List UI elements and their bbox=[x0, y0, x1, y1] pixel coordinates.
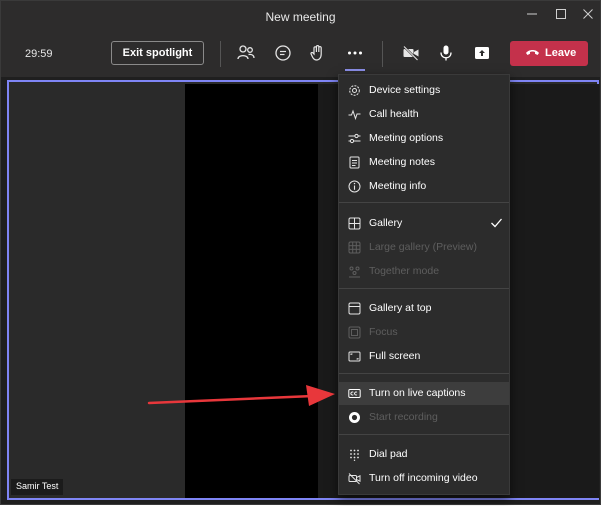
fullscreen-icon bbox=[348, 350, 361, 363]
menu-item-label: Device settings bbox=[369, 84, 441, 96]
menu-item-label: Call health bbox=[369, 108, 419, 120]
people-icon[interactable] bbox=[236, 43, 256, 63]
more-actions-menu: Device settings Call health Meeting opti… bbox=[338, 74, 510, 495]
more-active-indicator bbox=[345, 69, 365, 71]
dialpad-icon bbox=[348, 448, 361, 461]
participant-name-tag: Samir Test bbox=[11, 479, 64, 495]
menu-item-label: Meeting info bbox=[369, 180, 427, 192]
menu-item-label: Full screen bbox=[369, 350, 421, 362]
menu-item-meeting-info[interactable]: Meeting info bbox=[339, 175, 509, 198]
menu-item-focus: Focus bbox=[339, 321, 509, 344]
menu-item-turn-off-incoming-video[interactable]: Turn off incoming video bbox=[339, 467, 509, 490]
title-bar: New meeting bbox=[1, 1, 600, 31]
chat-icon[interactable] bbox=[273, 43, 293, 63]
maximize-icon[interactable] bbox=[552, 7, 570, 25]
focus-icon bbox=[348, 326, 361, 339]
menu-item-label: Meeting notes bbox=[369, 156, 435, 168]
menu-item-start-recording: Start recording bbox=[339, 406, 509, 429]
meeting-toolbar: 29:59 Exit spotlight Leave bbox=[1, 31, 600, 77]
camera-off-icon[interactable] bbox=[401, 43, 421, 63]
gallery-top-icon bbox=[348, 302, 361, 315]
minimize-icon[interactable] bbox=[523, 7, 541, 25]
window-title: New meeting bbox=[265, 10, 336, 24]
meeting-timer: 29:59 bbox=[25, 48, 53, 60]
toolbar-separator bbox=[382, 41, 383, 67]
record-icon bbox=[348, 411, 361, 424]
menu-separator bbox=[339, 373, 509, 374]
menu-separator bbox=[339, 202, 509, 203]
gear-icon bbox=[348, 84, 361, 97]
toolbar-separator bbox=[220, 41, 221, 67]
menu-item-meeting-notes[interactable]: Meeting notes bbox=[339, 151, 509, 174]
menu-item-label: Turn on live captions bbox=[369, 387, 466, 399]
raise-hand-icon[interactable] bbox=[308, 43, 328, 63]
video-stage bbox=[7, 80, 599, 500]
share-icon[interactable] bbox=[472, 43, 492, 63]
menu-item-large-gallery: Large gallery (Preview) bbox=[339, 236, 509, 259]
menu-item-gallery-at-top[interactable]: Gallery at top bbox=[339, 297, 509, 320]
menu-item-label: Focus bbox=[369, 326, 398, 338]
menu-item-label: Large gallery (Preview) bbox=[369, 241, 477, 253]
pulse-icon bbox=[348, 108, 361, 121]
captions-icon bbox=[348, 387, 361, 400]
exit-spotlight-button[interactable]: Exit spotlight bbox=[111, 41, 204, 65]
menu-item-label: Turn off incoming video bbox=[369, 472, 478, 484]
menu-item-call-health[interactable]: Call health bbox=[339, 103, 509, 126]
sliders-icon bbox=[348, 132, 361, 145]
notes-icon bbox=[348, 156, 361, 169]
leave-label: Leave bbox=[545, 47, 577, 59]
more-icon[interactable] bbox=[345, 43, 365, 63]
leave-button[interactable]: Leave bbox=[510, 41, 588, 66]
menu-item-turn-on-live-captions[interactable]: Turn on live captions bbox=[339, 382, 509, 405]
info-icon bbox=[348, 180, 361, 193]
gallery-icon bbox=[348, 217, 361, 230]
menu-item-label: Meeting options bbox=[369, 132, 444, 144]
menu-separator bbox=[339, 434, 509, 435]
menu-item-label: Gallery at top bbox=[369, 302, 432, 314]
checkmark-icon bbox=[490, 216, 503, 229]
menu-item-gallery[interactable]: Gallery bbox=[339, 212, 509, 235]
video-off-icon bbox=[348, 472, 361, 485]
menu-item-meeting-options[interactable]: Meeting options bbox=[339, 127, 509, 150]
teams-meeting-window: New meeting 29:59 Exit spotlight Leave S… bbox=[0, 0, 601, 505]
menu-item-label: Gallery bbox=[369, 217, 403, 229]
together-mode-icon bbox=[348, 265, 361, 278]
microphone-icon[interactable] bbox=[436, 43, 456, 63]
menu-item-label: Dial pad bbox=[369, 448, 408, 460]
menu-item-dial-pad[interactable]: Dial pad bbox=[339, 443, 509, 466]
menu-item-label: Start recording bbox=[369, 411, 438, 423]
close-icon[interactable] bbox=[579, 7, 597, 25]
menu-item-device-settings[interactable]: Device settings bbox=[339, 79, 509, 102]
menu-item-full-screen[interactable]: Full screen bbox=[339, 345, 509, 368]
participant-video bbox=[185, 84, 318, 498]
large-gallery-icon bbox=[348, 241, 361, 254]
phone-hangup-icon bbox=[525, 47, 540, 60]
menu-item-label: Together mode bbox=[369, 265, 440, 277]
menu-item-together-mode: Together mode bbox=[339, 260, 509, 283]
menu-separator bbox=[339, 288, 509, 289]
